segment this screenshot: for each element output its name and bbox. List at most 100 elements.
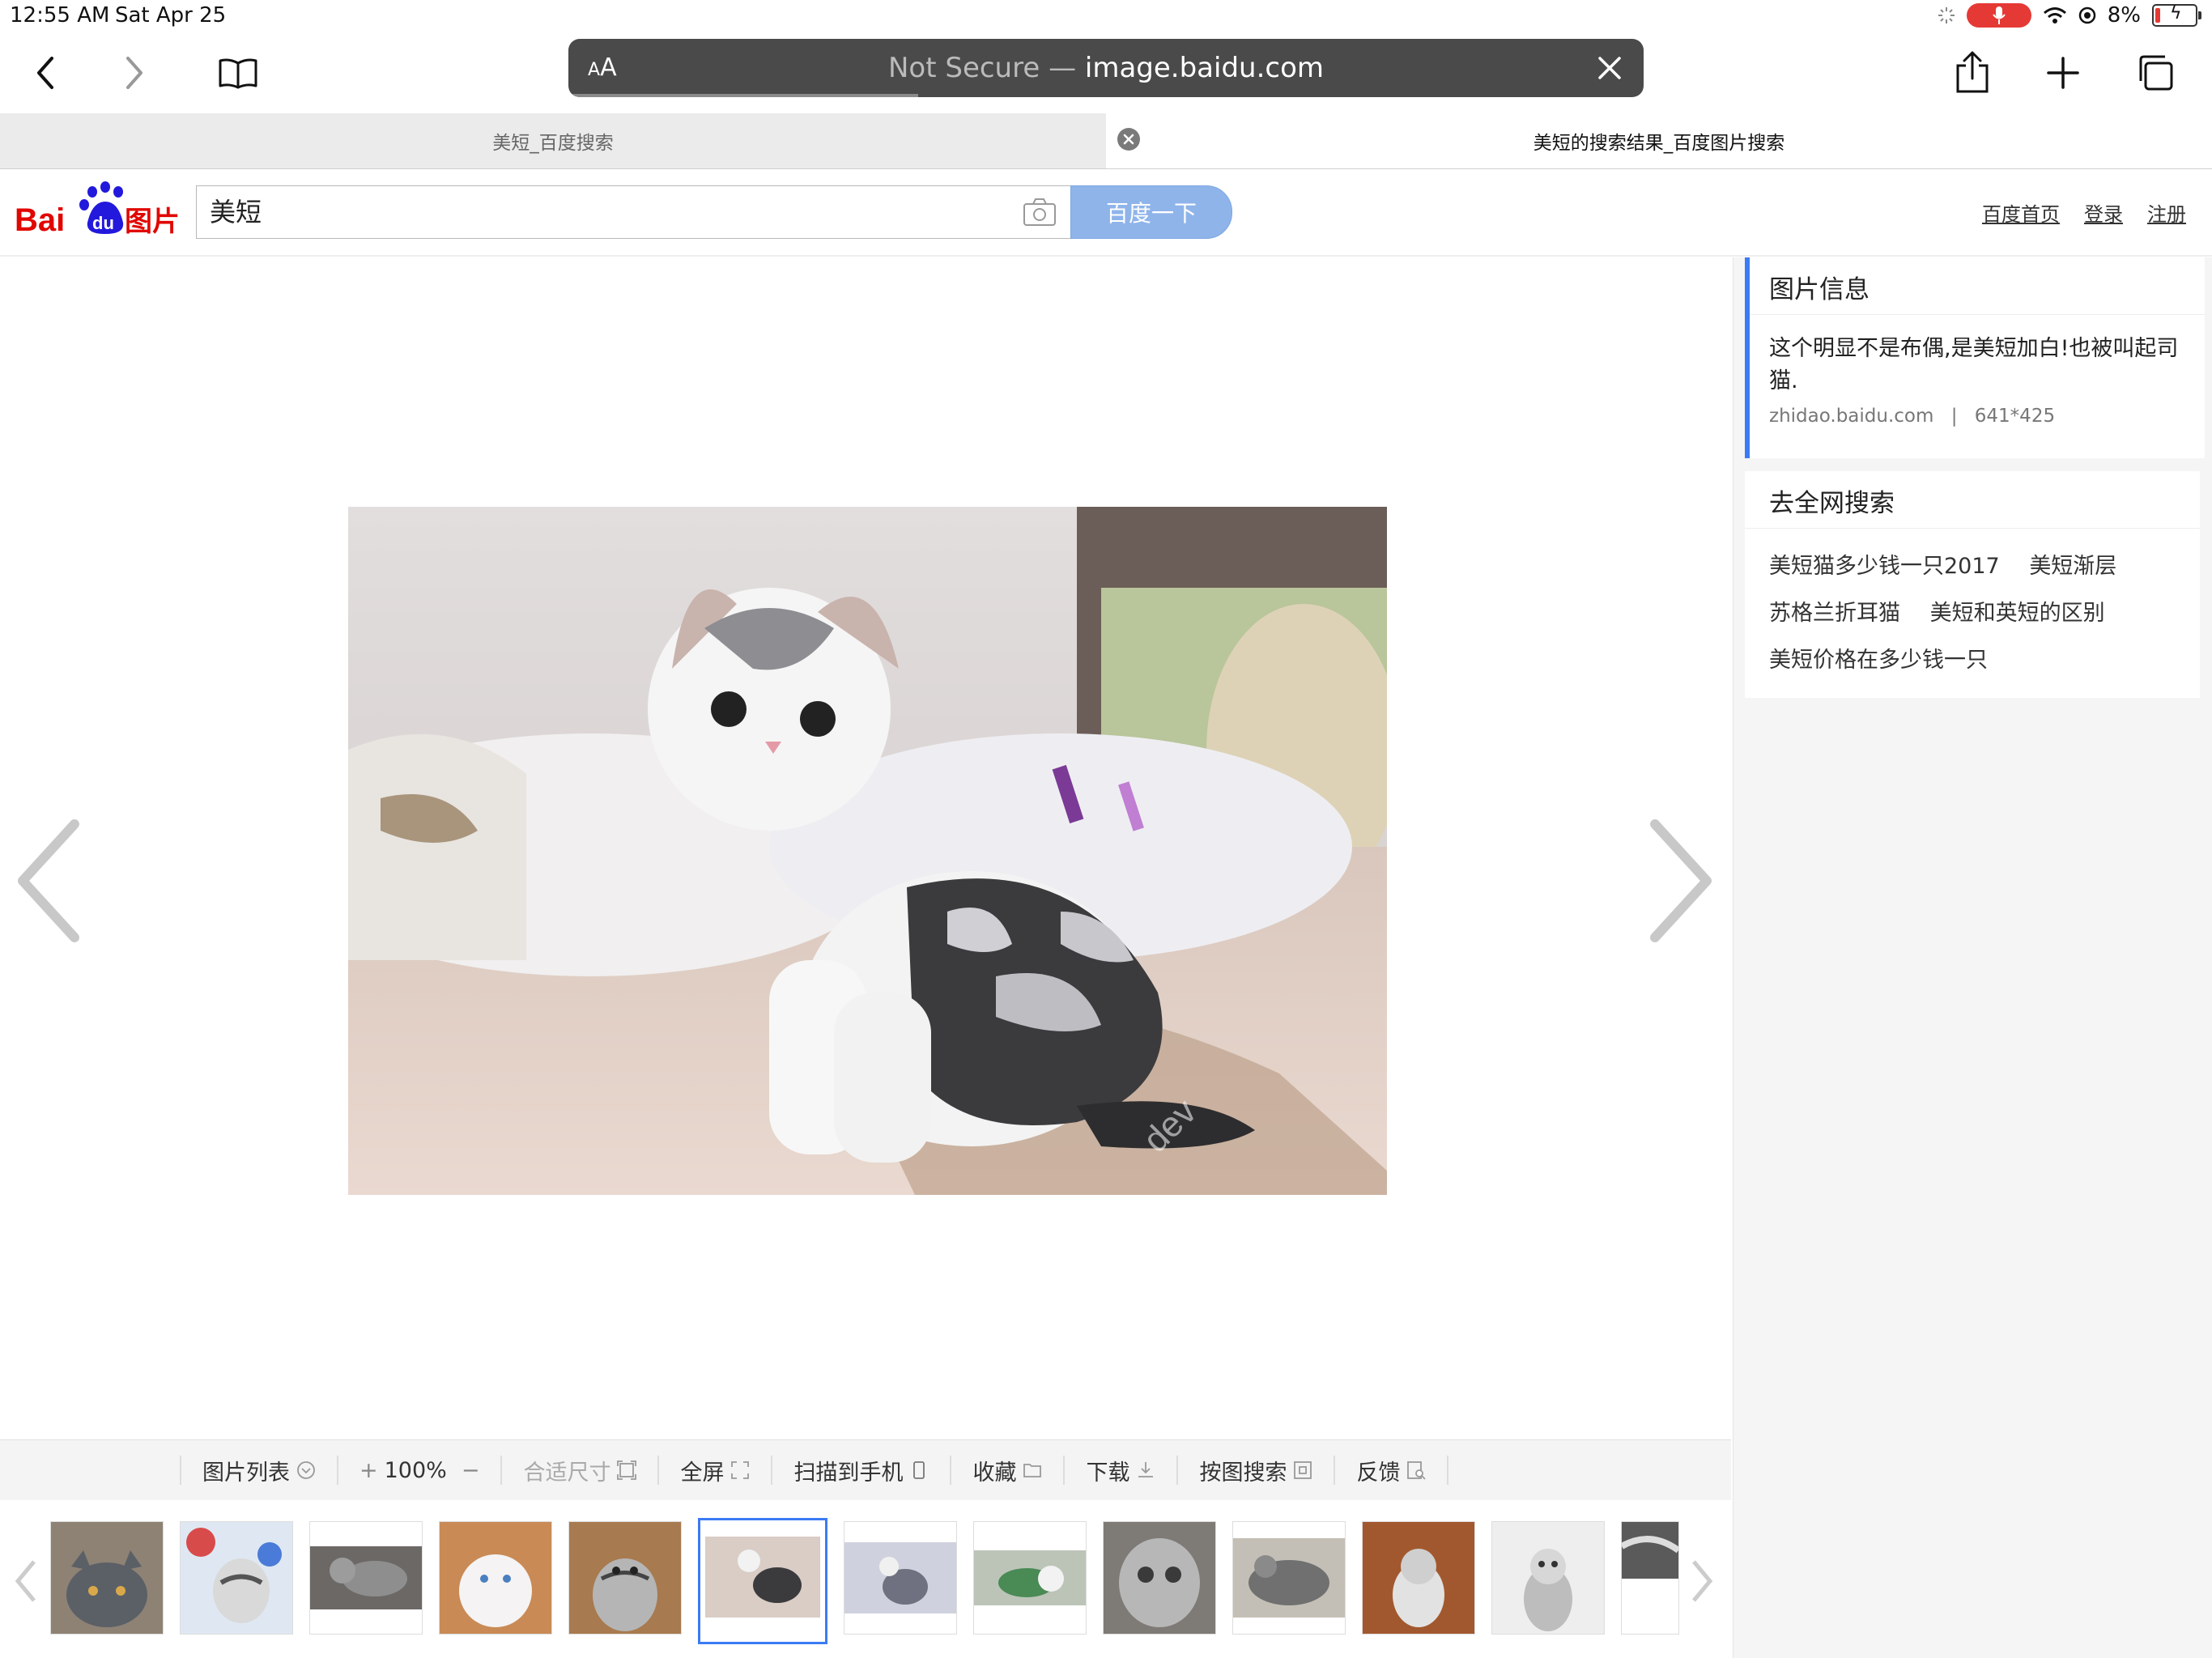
download-label: 下载 (1086, 1460, 1130, 1486)
tab-baidu-search[interactable]: 美短_百度搜索 (0, 113, 1106, 168)
baidu-image-logo[interactable]: Bai du 图片 (15, 181, 185, 245)
thumbnail[interactable] (50, 1521, 164, 1635)
thumbnail[interactable] (309, 1521, 423, 1635)
chevron-right-icon (126, 57, 143, 89)
camera-search-button[interactable] (1023, 198, 1057, 227)
image-info-card: 图片信息 这个明显不是布偶,是美短加白!也被叫起司猫. zhidao.baidu… (1745, 257, 2205, 458)
close-icon (1123, 134, 1134, 145)
new-tab-button[interactable] (2037, 47, 2089, 99)
image-viewer: dev (0, 257, 1731, 1439)
forward-button[interactable] (108, 47, 160, 99)
fit-size-button[interactable]: 合适尺寸 (500, 1456, 657, 1486)
web-search-title: 去全网搜索 (1745, 471, 2200, 529)
battery-icon: ϟ (2152, 3, 2201, 27)
thumbnail[interactable] (1621, 1521, 1679, 1635)
suggestion-list: 美短猫多少钱一只2017 美短渐层 苏格兰折耳猫 美短和英短的区别 美短价格在多… (1745, 529, 2200, 684)
search-by-image-button[interactable]: 按图搜索 (1176, 1456, 1334, 1486)
site-header: Bai du 图片 百度一下 百度首页 登录 注册 (0, 169, 2212, 257)
chevron-right-icon (1692, 1560, 1713, 1602)
location-lock-icon (2078, 6, 2095, 24)
tab-image-search[interactable]: 美短的搜索结果_百度图片搜索 (1106, 113, 2212, 168)
image-list-button[interactable]: 图片列表 (180, 1456, 337, 1486)
url-display[interactable]: Not Secure — image.baidu.com (568, 52, 1644, 84)
chevron-circle-icon (297, 1461, 315, 1479)
stop-loading-button[interactable] (1593, 52, 1626, 84)
feedback-label: 反馈 (1356, 1460, 1401, 1486)
tabs-overview-button[interactable] (2129, 47, 2181, 99)
image-size: 641*425 (1974, 406, 2056, 427)
zoom-controls: + 100% − (337, 1456, 500, 1485)
search-input[interactable] (197, 186, 938, 235)
back-button[interactable] (19, 47, 71, 99)
previous-image-button[interactable] (10, 816, 91, 946)
tab-bar: 美短_百度搜索 美短的搜索结果_百度图片搜索 (0, 113, 2212, 169)
scan-to-phone-button[interactable]: 扫描到手机 (771, 1456, 950, 1486)
suggestion-row: 美短价格在多少钱一只 (1769, 637, 2200, 684)
not-secure-label: Not Secure (887, 52, 1040, 84)
suggestion-link[interactable]: 苏格兰折耳猫 (1769, 601, 1900, 626)
info-sidebar: 图片信息 这个明显不是布偶,是美短加白!也被叫起司猫. zhidao.baidu… (1733, 257, 2212, 1658)
suggestion-row: 美短猫多少钱一只2017 美短渐层 (1769, 543, 2200, 590)
image-info-title: 图片信息 (1750, 257, 2205, 315)
tabs-icon (2139, 55, 2173, 91)
close-icon (1598, 57, 1621, 79)
suggestion-link[interactable]: 美短价格在多少钱一只 (1769, 648, 1988, 673)
thumbnail-selected[interactable] (698, 1518, 827, 1644)
web-search-card: 去全网搜索 美短猫多少钱一只2017 美短渐层 苏格兰折耳猫 美短和英短的区别 … (1745, 471, 2200, 698)
thumbnail[interactable] (1103, 1521, 1216, 1635)
thumbnail[interactable] (568, 1521, 682, 1635)
thumbnail[interactable] (180, 1521, 293, 1635)
bookmarks-button[interactable] (212, 47, 264, 99)
camera-icon (1023, 198, 1056, 226)
thumbnail[interactable] (439, 1521, 552, 1635)
folder-icon (1023, 1464, 1042, 1477)
address-bar[interactable]: AA Not Secure — image.baidu.com (568, 39, 1644, 97)
feedback-button[interactable]: 反馈 (1334, 1456, 1449, 1486)
share-button[interactable] (1946, 47, 1998, 99)
zoom-in-button[interactable]: + (359, 1458, 378, 1483)
meta-divider: | (1950, 406, 1958, 427)
image-source[interactable]: zhidao.baidu.com (1769, 406, 1933, 427)
search-button[interactable]: 百度一下 (1070, 185, 1232, 239)
main-cat-photo[interactable]: dev (283, 507, 1401, 1195)
suggestion-link[interactable]: 美短渐层 (2029, 554, 2116, 579)
register-link[interactable]: 注册 (2147, 198, 2186, 227)
thumbnail[interactable] (1362, 1521, 1475, 1635)
fit-size-icon (617, 1460, 637, 1480)
status-right: 8% ϟ (1938, 3, 2201, 28)
status-date: Sat Apr 25 (115, 3, 227, 28)
activity-spinner-icon (1938, 7, 1955, 23)
zoom-out-button[interactable]: − (462, 1458, 480, 1483)
tab-title: 美短_百度搜索 (492, 133, 614, 154)
search-by-image-label: 按图搜索 (1199, 1460, 1287, 1486)
baidu-home-link[interactable]: 百度首页 (1982, 198, 2060, 227)
collect-button[interactable]: 收藏 (950, 1456, 1063, 1486)
thumbnail[interactable] (1491, 1521, 1605, 1635)
close-tab-button[interactable] (1117, 128, 1140, 151)
next-image-button[interactable] (1639, 816, 1720, 946)
thumbnail[interactable] (1232, 1521, 1346, 1635)
status-time: 12:55 AM (10, 3, 110, 28)
header-links: 百度首页 登录 注册 (1982, 198, 2186, 227)
viewer-toolbar: 图片列表 + 100% − 合适尺寸 全屏 扫描到手机 收藏 下载 按图搜索 反… (0, 1439, 1731, 1501)
image-description: 这个明显不是布偶,是美短加白!也被叫起司猫. (1769, 336, 2179, 393)
fit-size-label: 合适尺寸 (523, 1460, 611, 1486)
battery-percent: 8% (2107, 3, 2141, 28)
url-separator: — (1049, 52, 1077, 84)
logo-bai: Bai (15, 202, 65, 238)
plus-icon (2047, 57, 2079, 89)
suggestion-link[interactable]: 美短猫多少钱一只2017 (1769, 554, 2000, 579)
thumbnail[interactable] (973, 1521, 1087, 1635)
fullscreen-label: 全屏 (680, 1460, 725, 1486)
download-button[interactable]: 下载 (1063, 1456, 1176, 1486)
suggestion-link[interactable]: 美短和英短的区别 (1930, 601, 2105, 626)
thumbnail[interactable] (844, 1521, 957, 1635)
thumbnails-previous-button[interactable] (10, 1557, 42, 1605)
expand-icon (731, 1461, 750, 1479)
logo-image-cn: 图片 (125, 206, 180, 238)
suggestion-row: 苏格兰折耳猫 美短和英短的区别 (1769, 590, 2200, 637)
microphone-indicator (1966, 3, 2031, 28)
fullscreen-button[interactable]: 全屏 (657, 1456, 771, 1486)
thumbnails-next-button[interactable] (1686, 1557, 1718, 1605)
login-link[interactable]: 登录 (2084, 198, 2123, 227)
